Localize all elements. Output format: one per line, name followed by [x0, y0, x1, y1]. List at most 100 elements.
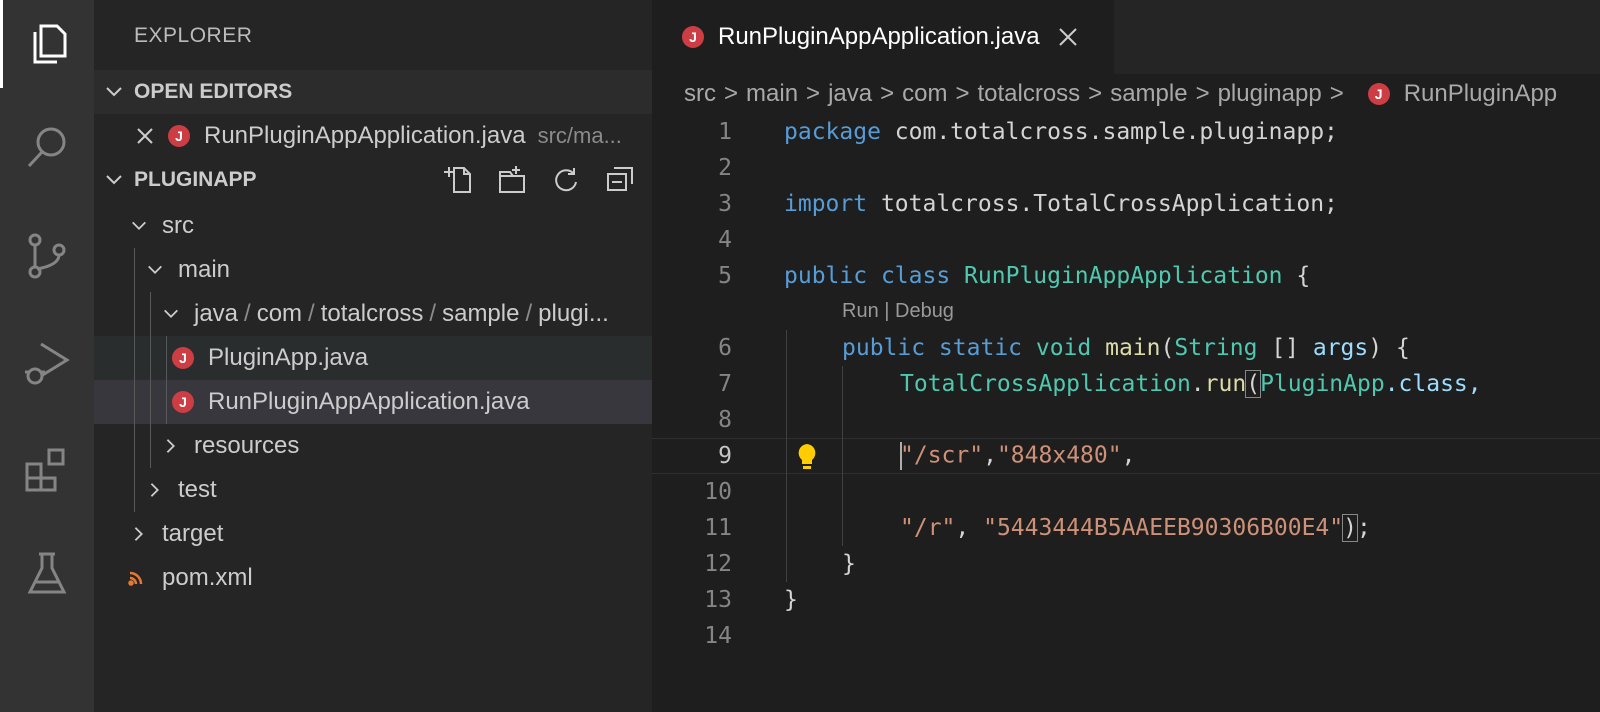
code-line: 14 [652, 618, 1600, 654]
breadcrumb-item[interactable]: sample [1110, 80, 1187, 108]
tree-label: target [162, 520, 224, 547]
breadcrumb-item[interactable]: RunPluginApp [1404, 80, 1557, 108]
activity-testing[interactable] [0, 530, 94, 618]
tree-folder-src[interactable]: src [94, 204, 652, 248]
chevron-right-icon [130, 525, 148, 543]
line-number: 13 [704, 587, 732, 613]
tab-runpluginapp[interactable]: J RunPluginAppApplication.java [652, 0, 1114, 74]
activity-source-control[interactable] [0, 212, 94, 300]
indent-guide [134, 248, 135, 512]
tree-folder-main[interactable]: main [94, 248, 652, 292]
breadcrumb-separator: > [1088, 80, 1103, 107]
tree-path-segment: totalcross [320, 300, 424, 327]
breadcrumb-separator: > [1329, 80, 1344, 107]
refresh-icon[interactable] [550, 164, 582, 196]
code-line: 7 TotalCrossApplication.run(PluginApp.cl… [652, 366, 1600, 402]
run-debug-icon [25, 342, 70, 385]
tree-folder-resources[interactable]: resources [94, 424, 652, 468]
token: "5443444B5AAEEB90306B00E4" [983, 515, 1344, 541]
activity-run-debug[interactable] [0, 318, 94, 406]
token: void [1022, 335, 1092, 361]
token: com.totalcross.sample.pluginapp; [880, 119, 1338, 145]
code-line: 6 public static void main(String [] args… [652, 330, 1600, 366]
token: ( [1160, 335, 1175, 361]
token: , [983, 442, 997, 469]
java-file-icon: J [172, 391, 194, 413]
activity-explorer[interactable] [0, 0, 94, 88]
collapse-all-icon[interactable] [604, 164, 636, 196]
line-number: 1 [718, 119, 732, 145]
close-icon[interactable] [136, 127, 154, 145]
path-separator: / [244, 300, 251, 327]
token: , [1121, 442, 1136, 469]
breadcrumb-item[interactable]: totalcross [977, 80, 1080, 108]
tab-bar: J RunPluginAppApplication.java [652, 0, 1600, 74]
code-text: "/scr","848x480", [900, 442, 1135, 470]
tree-file-pom[interactable]: pom.xml [94, 556, 652, 600]
breadcrumb-item[interactable]: java [828, 80, 872, 108]
tree-label: RunPluginAppApplication.java [208, 388, 530, 415]
token: class [867, 263, 951, 289]
java-file-icon: J [168, 125, 190, 147]
breadcrumb-separator: > [880, 80, 895, 107]
token: "/r" [900, 515, 956, 541]
project-label: PLUGINAPP [134, 168, 257, 191]
close-icon[interactable] [1058, 27, 1078, 47]
tree-label: main [178, 256, 231, 283]
indent-guide [166, 336, 167, 424]
new-file-icon[interactable] [442, 164, 474, 196]
lightbulb-icon[interactable] [794, 442, 820, 472]
line-number: 10 [704, 479, 732, 505]
token: ) { [1368, 335, 1410, 361]
pluginapp-header[interactable]: PLUGINAPP [94, 158, 652, 202]
path-separator: / [525, 300, 533, 327]
tree-path-segment: sample [442, 300, 520, 327]
token: . [1190, 371, 1205, 397]
java-file-icon: J [172, 347, 194, 369]
activity-search[interactable] [0, 104, 94, 192]
breadcrumb-item[interactable]: com [902, 80, 947, 108]
tree-folder-java[interactable]: java / com / totalcross / sample / plugi… [94, 292, 652, 336]
chevron-down-icon [94, 82, 134, 102]
line-number: 5 [718, 263, 732, 289]
breadcrumb-separator: > [806, 80, 821, 107]
activity-extensions[interactable] [0, 424, 94, 512]
tree-folder-target[interactable]: target [94, 512, 652, 556]
line-number: 7 [718, 371, 732, 397]
token: public static [842, 335, 1023, 361]
breadcrumb-item[interactable]: main [746, 80, 798, 108]
tree-file-pluginapp[interactable]: J PluginApp.java [94, 336, 652, 380]
token: ; [1356, 515, 1371, 541]
indent-guide [842, 366, 843, 546]
code-text: } [842, 551, 856, 577]
breadcrumb-item[interactable]: src [684, 80, 716, 108]
java-file-icon: J [1367, 83, 1390, 105]
code-line: 8 [652, 402, 1600, 438]
line-number: 2 [718, 155, 732, 181]
breadcrumb-separator: > [724, 80, 739, 107]
open-editor-item[interactable]: J RunPluginAppApplication.java src/ma... [94, 114, 652, 158]
breadcrumb-item[interactable]: pluginapp [1218, 80, 1322, 108]
tree-folder-test[interactable]: test [94, 468, 652, 512]
code-text: import totalcross.TotalCrossApplication; [784, 191, 1338, 217]
search-icon [27, 127, 66, 168]
token: ) [1342, 514, 1358, 542]
code-line: 11 "/r", "5443444B5AAEEB90306B00E4"); [652, 510, 1600, 546]
chevron-right-icon [146, 481, 164, 499]
code-line: 12 } [652, 546, 1600, 582]
code-text: public static void main(String [] args) … [842, 335, 1410, 361]
new-folder-icon[interactable] [496, 164, 528, 196]
code-text: package com.totalcross.sample.pluginapp; [784, 119, 1338, 145]
code-line: 5 public class RunPluginAppApplication { [652, 258, 1600, 294]
open-editors-header[interactable]: OPEN EDITORS [94, 70, 652, 114]
code-text: public class RunPluginAppApplication { [784, 263, 1310, 289]
open-editors-label: OPEN EDITORS [134, 80, 293, 103]
codelens-run-debug[interactable]: Run | Debug [842, 300, 954, 323]
tree-file-runpluginapp[interactable]: J RunPluginAppApplication.java [94, 380, 652, 424]
flask-icon [27, 552, 67, 594]
tree-label: PluginApp.java [208, 344, 369, 371]
code-line: 1 package com.totalcross.sample.pluginap… [652, 114, 1600, 150]
sidebar-title: EXPLORER [134, 24, 253, 47]
path-separator: / [308, 300, 315, 327]
tree-path-segment: plugi... [538, 300, 609, 327]
